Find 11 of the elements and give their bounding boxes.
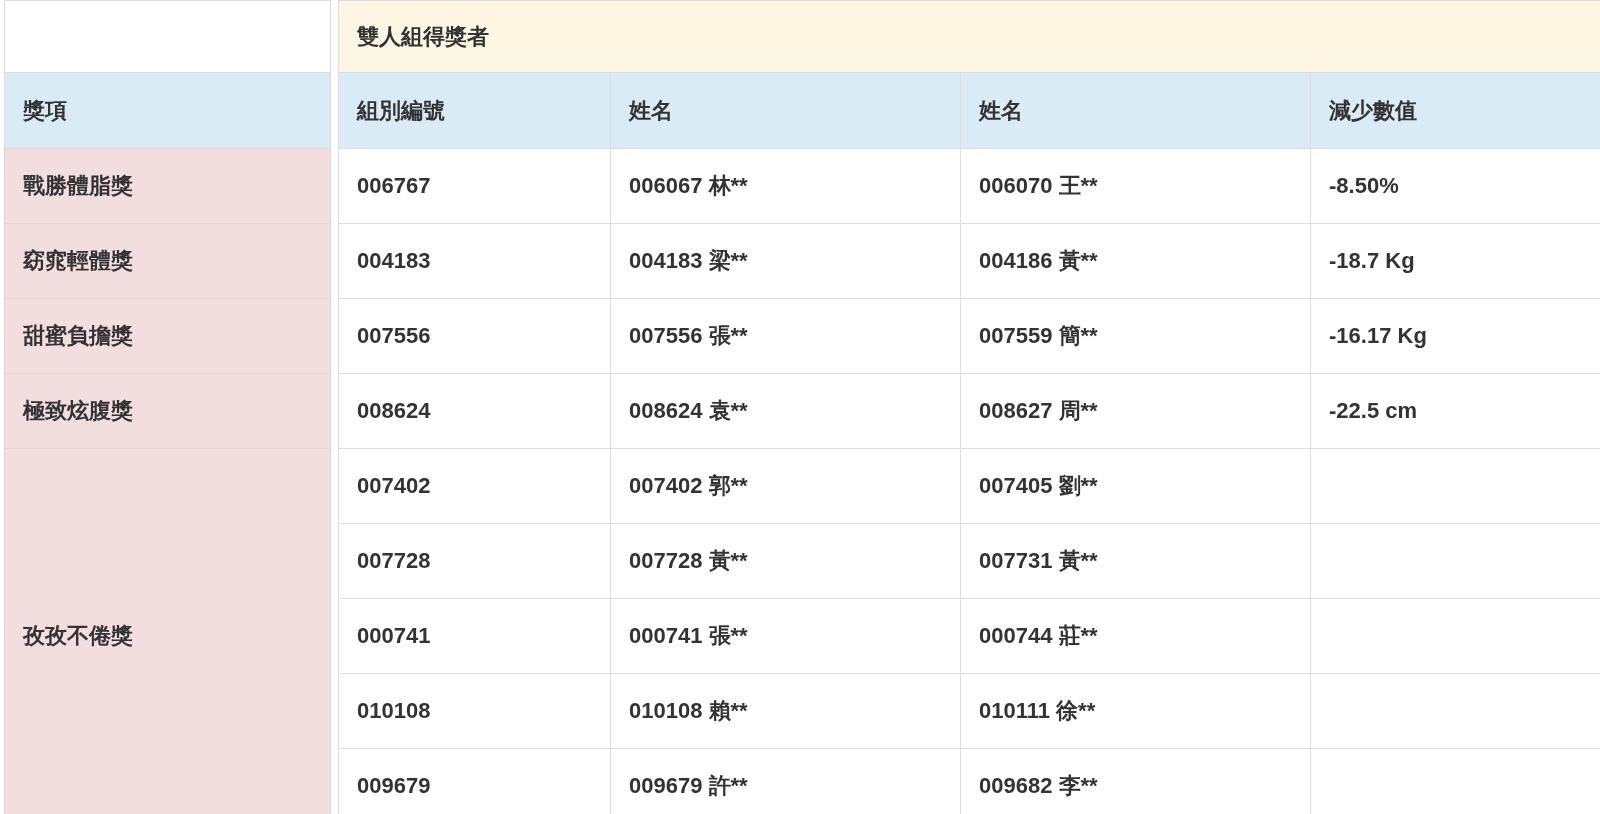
award-cell: 極致炫腹獎 xyxy=(4,373,331,449)
award-cell: 甜蜜負擔獎 xyxy=(4,298,331,374)
column-header: 組別編號 xyxy=(338,72,611,149)
award-cell: 孜孜不倦獎 xyxy=(4,448,331,814)
column-header: 姓名 xyxy=(610,72,961,149)
award-cell: 窈窕輕體獎 xyxy=(4,223,331,299)
column-header: 姓名 xyxy=(960,72,1311,149)
column-header: 獎項 xyxy=(4,72,331,149)
column-header: 減少數值 xyxy=(1310,72,1600,149)
table-title: 雙人組得獎者 xyxy=(338,0,1600,73)
award-cell: 戰勝體脂獎 xyxy=(4,148,331,224)
